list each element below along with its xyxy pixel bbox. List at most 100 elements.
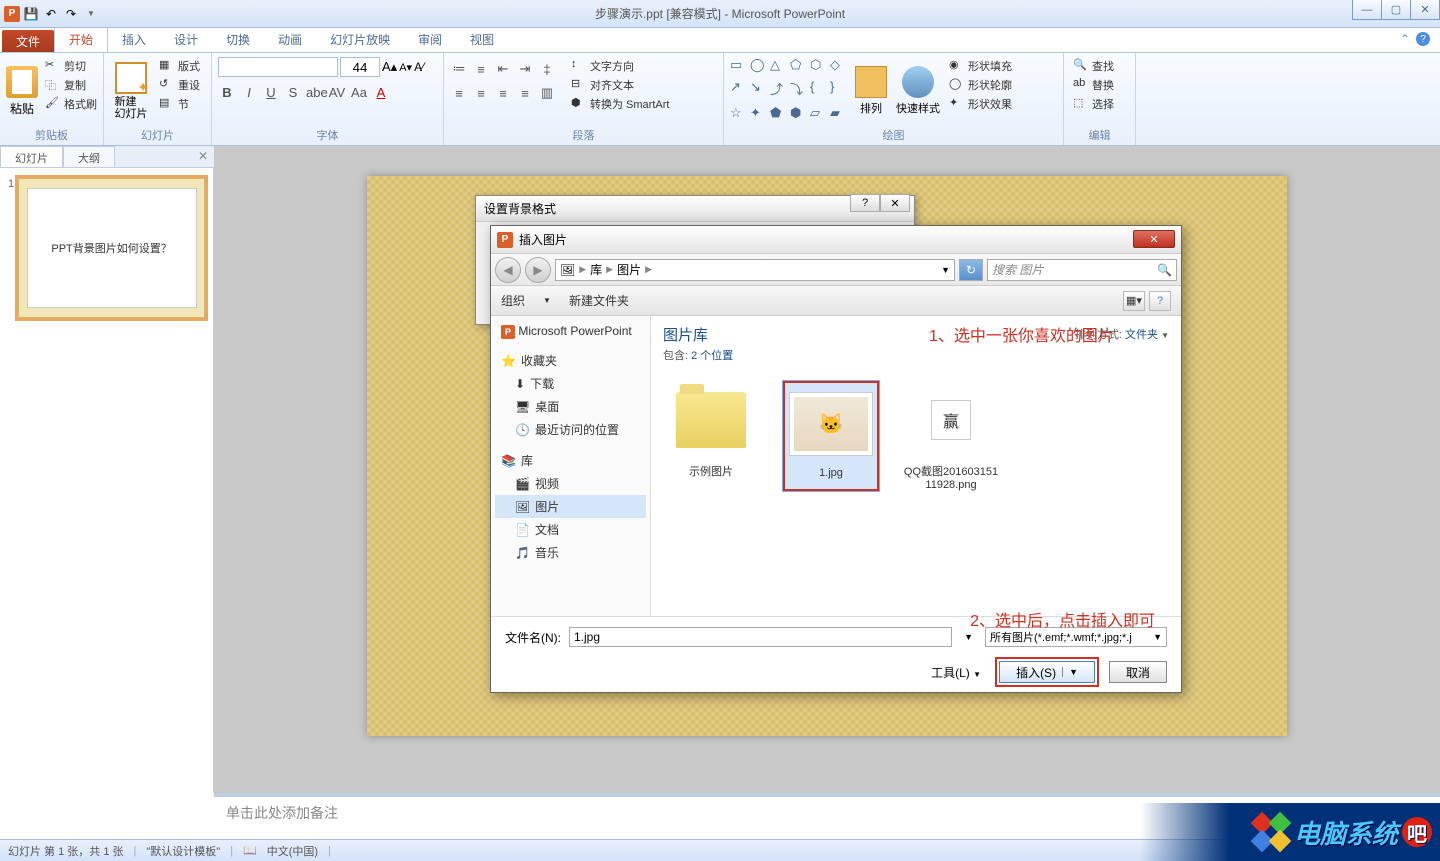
organize-button[interactable]: 组织 — [501, 292, 525, 309]
strike-button[interactable]: S — [284, 85, 302, 100]
italic-button[interactable]: I — [240, 85, 258, 100]
numbering-button[interactable]: ≡ — [472, 62, 490, 77]
shape-icon[interactable]: { — [810, 79, 828, 102]
shape-icon[interactable]: ⬡ — [810, 57, 828, 77]
breadcrumb[interactable]: 🖼 ▶ 库 ▶ 图片 ▶ ▼ — [555, 259, 955, 281]
align-right-button[interactable]: ≡ — [494, 86, 512, 101]
tab-design[interactable]: 设计 — [160, 27, 212, 52]
tab-view[interactable]: 视图 — [456, 27, 508, 52]
maximize-button[interactable]: ▢ — [1381, 0, 1411, 20]
reset-button[interactable]: ↺重设 — [156, 76, 203, 94]
file-tab[interactable]: 文件 — [2, 30, 54, 52]
sidebar-downloads[interactable]: ⬇下载 — [495, 372, 646, 395]
font-color-button[interactable]: A — [372, 85, 390, 100]
dialog-close-button[interactable]: ✕ — [1133, 230, 1175, 248]
justify-button[interactable]: ≡ — [516, 86, 534, 101]
breadcrumb-dropdown-icon[interactable]: ▼ — [941, 265, 950, 275]
grow-font-icon[interactable]: A▴ — [382, 59, 397, 75]
breadcrumb-item[interactable]: 图片 — [617, 261, 641, 278]
quick-styles-button[interactable]: 快速样式 — [894, 57, 942, 125]
dialog-close-button[interactable]: ✕ — [880, 194, 910, 212]
minimize-ribbon-icon[interactable]: ⌃ — [1400, 32, 1410, 46]
shape-icon[interactable]: ⬟ — [770, 105, 788, 125]
align-text-button[interactable]: ⊟对齐文本 — [568, 76, 672, 94]
filename-input[interactable] — [569, 627, 952, 647]
close-pane-icon[interactable]: ✕ — [192, 146, 214, 167]
bold-button[interactable]: B — [218, 85, 236, 100]
font-name-combo[interactable] — [218, 57, 338, 77]
dialog-help-button[interactable]: ? — [850, 194, 880, 212]
cut-button[interactable]: ✂剪切 — [42, 57, 100, 75]
format-painter-button[interactable]: 🖌格式刷 — [42, 95, 100, 113]
status-language[interactable]: 中文(中国) — [267, 843, 318, 859]
save-icon[interactable]: 💾 — [22, 5, 40, 23]
underline-button[interactable]: U — [262, 85, 280, 100]
shape-fill-button[interactable]: ◉形状填充 — [946, 57, 1015, 75]
line-spacing-button[interactable]: ‡ — [538, 62, 556, 77]
tab-home[interactable]: 开始 — [54, 26, 108, 52]
redo-icon[interactable]: ↷ — [62, 5, 80, 23]
arrange-button[interactable]: 排列 — [852, 57, 890, 125]
sidebar-videos[interactable]: 🎬视频 — [495, 472, 646, 495]
shape-icon[interactable]: ▰ — [830, 105, 848, 125]
breadcrumb-item[interactable]: 库 — [590, 261, 602, 278]
sidebar-libraries[interactable]: 📚库 — [495, 449, 646, 472]
spell-check-icon[interactable]: 📖 — [243, 844, 257, 857]
shape-icon[interactable]: ⬢ — [790, 105, 808, 125]
char-spacing-button[interactable]: AV — [328, 85, 346, 100]
section-button[interactable]: ▤节 — [156, 95, 203, 113]
shape-icon[interactable]: ↘ — [750, 79, 768, 102]
sidebar-favorites[interactable]: ⭐收藏夹 — [495, 349, 646, 372]
search-input[interactable]: 搜索 图片 🔍 — [987, 259, 1177, 281]
shape-icon[interactable]: ⬠ — [790, 57, 808, 77]
shape-icon[interactable]: ✦ — [750, 105, 768, 125]
shapes-gallery[interactable]: ▭◯△⬠⬡◇ ↗↘⤴⤵{} ☆✦⬟⬢▱▰ — [730, 57, 848, 125]
file-item-selected[interactable]: 1.jpg — [783, 381, 879, 491]
sidebar-desktop[interactable]: 🖥桌面 — [495, 395, 646, 418]
select-button[interactable]: ⬚选择 — [1070, 95, 1129, 113]
bullets-button[interactable]: ≔ — [450, 61, 468, 77]
clear-format-icon[interactable]: A⁄ — [414, 60, 424, 74]
tab-review[interactable]: 审阅 — [404, 27, 456, 52]
file-item-image[interactable]: 赢 QQ截图20160315111928.png — [903, 381, 999, 491]
layout-button[interactable]: ▦版式 — [156, 57, 203, 75]
find-button[interactable]: 🔍查找 — [1070, 57, 1129, 75]
align-center-button[interactable]: ≡ — [472, 86, 490, 101]
font-size-combo[interactable] — [340, 57, 380, 77]
tab-insert[interactable]: 插入 — [108, 27, 160, 52]
shape-outline-button[interactable]: ◯形状轮廓 — [946, 76, 1015, 94]
shape-icon[interactable]: ⤴ — [770, 79, 788, 102]
text-direction-button[interactable]: ↕文字方向 — [568, 57, 672, 75]
align-left-button[interactable]: ≡ — [450, 86, 468, 101]
help-icon[interactable]: ? — [1416, 32, 1430, 46]
sidebar-music[interactable]: 🎵音乐 — [495, 541, 646, 564]
locations-link[interactable]: 2 个位置 — [691, 350, 733, 362]
new-folder-button[interactable]: 新建文件夹 — [569, 292, 629, 309]
shape-icon[interactable]: ◯ — [750, 57, 768, 77]
shape-icon[interactable]: ◇ — [830, 57, 848, 77]
shape-icon[interactable]: } — [830, 79, 848, 102]
minimize-button[interactable]: — — [1352, 0, 1382, 20]
tab-transitions[interactable]: 切换 — [212, 27, 264, 52]
shadow-button[interactable]: abe — [306, 85, 324, 100]
insert-button[interactable]: 插入(S)▼ — [999, 661, 1095, 683]
sort-dropdown[interactable]: 文件夹 — [1125, 329, 1158, 341]
sidebar-documents[interactable]: 📄文档 — [495, 518, 646, 541]
paste-button[interactable]: 粘贴 — [6, 57, 38, 125]
change-case-button[interactable]: Aa — [350, 85, 368, 100]
qat-dropdown-icon[interactable]: ▼ — [82, 5, 100, 23]
shape-icon[interactable]: ▱ — [810, 105, 828, 125]
view-options-button[interactable]: ▦▾ — [1123, 291, 1145, 311]
nav-forward-button[interactable]: ▶ — [525, 257, 551, 283]
undo-icon[interactable]: ↶ — [42, 5, 60, 23]
slide-thumbnail[interactable]: PPT背景图片如何设置？ — [18, 178, 205, 318]
help-button[interactable]: ? — [1149, 291, 1171, 311]
tab-animations[interactable]: 动画 — [264, 27, 316, 52]
shape-icon[interactable]: ▭ — [730, 57, 748, 77]
copy-button[interactable]: ⿻复制 — [42, 76, 100, 94]
sidebar-recent[interactable]: 🕓最近访问的位置 — [495, 418, 646, 441]
file-item-folder[interactable]: 示例图片 — [663, 381, 759, 491]
sidebar-pictures[interactable]: 🖼图片 — [495, 495, 646, 518]
shape-icon[interactable]: ⤵ — [790, 79, 808, 102]
shape-icon[interactable]: ☆ — [730, 105, 748, 125]
